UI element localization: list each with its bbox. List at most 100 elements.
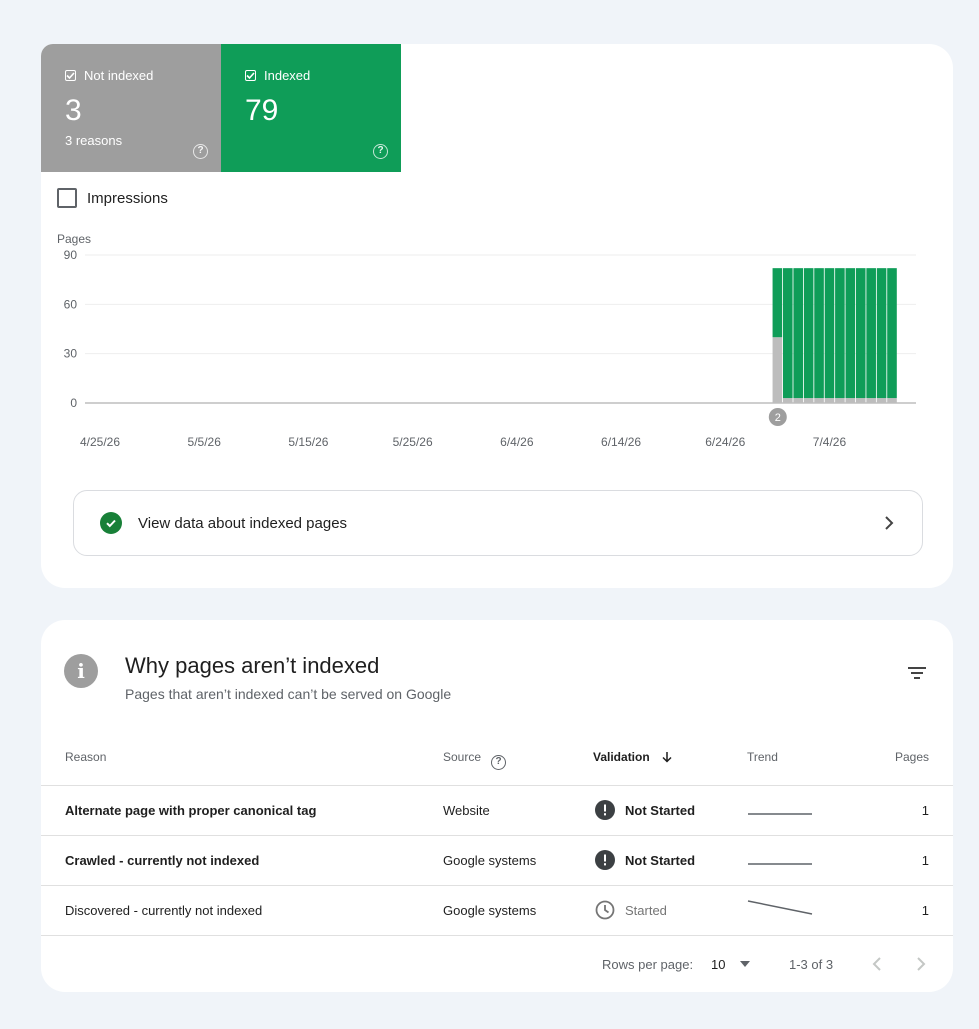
bar-indexed <box>876 268 887 399</box>
table-row[interactable]: Crawled - currently not indexed Google s… <box>41 835 953 885</box>
bar-indexed <box>835 268 845 399</box>
chevron-right-icon[interactable] <box>916 956 926 972</box>
bar-not-indexed <box>782 398 793 403</box>
bar-not-indexed <box>793 398 804 403</box>
impressions-checkbox[interactable] <box>57 188 77 208</box>
why-not-indexed-card: i Why pages aren’t indexed Pages that ar… <box>41 620 953 992</box>
not-indexed-reasons: 3 reasons <box>65 133 123 148</box>
bar-not-indexed <box>814 398 824 403</box>
pages-cell: 1 <box>921 853 929 868</box>
bar-not-indexed <box>855 398 866 403</box>
section-subtitle: Pages that aren’t indexed can’t be serve… <box>125 686 452 702</box>
column-header-trend: Trend <box>747 750 778 764</box>
column-header-reason[interactable]: Reason <box>65 750 106 764</box>
y-tick-label: 60 <box>64 297 78 311</box>
trend-sparkline <box>747 900 813 915</box>
coverage-card: Not indexed 3 3 reasons ? Indexed 79 ? I… <box>41 44 953 588</box>
filter-icon[interactable] <box>907 666 927 680</box>
exclamation-icon <box>595 850 615 870</box>
validation-header-label: Validation <box>593 750 650 764</box>
bar-indexed <box>845 268 856 399</box>
help-icon[interactable]: ? <box>491 755 507 770</box>
bar-not-indexed <box>835 398 845 403</box>
annotation-label: 2 <box>775 412 781 424</box>
pages-chart: Pages 90 60 30 0 4/25/26 5/5/26 5/15/26 5/25/26 6… <box>57 232 916 449</box>
x-tick-label: 7/4/26 <box>813 435 847 449</box>
indexed-checkbox[interactable] <box>245 70 256 81</box>
indexed-label: Indexed <box>264 68 311 83</box>
bar-indexed <box>803 268 814 399</box>
pages-cell: 1 <box>921 803 929 818</box>
bar-indexed <box>866 268 876 399</box>
chevron-left-icon[interactable] <box>872 956 882 972</box>
source-cell: Google systems <box>443 853 537 868</box>
x-tick-label: 6/4/26 <box>500 435 534 449</box>
check-circle-icon <box>100 512 122 534</box>
section-title: Why pages aren’t indexed <box>125 653 380 678</box>
arrow-down-icon <box>662 752 672 763</box>
impressions-label: Impressions <box>87 189 168 207</box>
bar-indexed <box>814 268 824 399</box>
impressions-toggle[interactable]: Impressions <box>57 188 168 208</box>
bar-not-indexed <box>887 398 897 403</box>
source-cell: Website <box>443 803 490 818</box>
bar-not-indexed <box>772 337 783 403</box>
source-cell: Google systems <box>443 903 537 918</box>
bar-not-indexed <box>845 398 856 403</box>
rows-per-page-select[interactable]: 10 <box>711 957 725 972</box>
table-row[interactable]: Discovered - currently not indexed Googl… <box>41 885 953 935</box>
bar-indexed <box>824 268 835 399</box>
chevron-right-icon <box>885 516 894 530</box>
trend-sparkline <box>748 813 812 815</box>
table-divider <box>41 935 953 936</box>
x-tick-label: 5/15/26 <box>288 435 328 449</box>
validation-cell: Not Started <box>625 803 696 818</box>
caret-down-icon[interactable] <box>739 960 751 968</box>
y-tick-label: 30 <box>64 347 78 361</box>
validation-cell: Not Started <box>625 853 696 868</box>
view-indexed-pages-button[interactable]: View data about indexed pages <box>73 490 923 556</box>
bar-not-indexed <box>803 398 814 403</box>
not-indexed-label: Not indexed <box>84 68 154 83</box>
x-tick-label: 5/25/26 <box>393 435 433 449</box>
column-header-source[interactable]: Source? <box>443 750 507 770</box>
pages-cell: 1 <box>921 903 929 918</box>
bar-indexed <box>772 268 783 338</box>
table-row[interactable]: Alternate page with proper canonical tag… <box>41 785 953 835</box>
indexed-count: 79 <box>245 94 279 127</box>
validation-cell: Started <box>625 903 667 918</box>
y-tick-label: 90 <box>64 248 78 262</box>
bar-not-indexed <box>866 398 876 403</box>
bar-indexed <box>782 268 793 399</box>
info-icon: i <box>64 654 98 688</box>
help-icon[interactable]: ? <box>193 144 208 159</box>
bar-not-indexed <box>824 398 835 403</box>
not-indexed-checkbox[interactable] <box>65 70 76 81</box>
clock-icon <box>595 900 615 920</box>
reason-cell: Alternate page with proper canonical tag <box>65 803 317 818</box>
reason-cell: Crawled - currently not indexed <box>65 853 260 868</box>
help-icon[interactable]: ? <box>373 144 388 159</box>
x-tick-label: 5/5/26 <box>188 435 222 449</box>
column-header-validation[interactable]: Validation <box>593 750 673 764</box>
reason-cell: Discovered - currently not indexed <box>65 903 263 918</box>
exclamation-icon <box>595 800 615 820</box>
x-tick-label: 6/14/26 <box>601 435 641 449</box>
not-indexed-tile[interactable]: Not indexed 3 3 reasons ? <box>41 44 221 172</box>
column-header-pages[interactable]: Pages <box>895 750 929 764</box>
pagination-range: 1-3 of 3 <box>789 957 834 972</box>
x-tick-label: 4/25/26 <box>80 435 120 449</box>
y-axis-label: Pages <box>57 232 91 246</box>
bar-indexed <box>793 268 804 399</box>
source-header-label: Source <box>443 750 482 764</box>
rows-per-page-label: Rows per page: <box>602 957 694 972</box>
trend-sparkline <box>748 863 812 865</box>
view-indexed-pages-label: View data about indexed pages <box>138 514 348 532</box>
y-tick-label: 0 <box>70 396 77 410</box>
x-tick-label: 6/24/26 <box>705 435 745 449</box>
indexed-tile[interactable]: Indexed 79 ? <box>221 44 401 172</box>
bar-not-indexed <box>876 398 887 403</box>
bar-indexed <box>855 268 866 399</box>
bar-indexed <box>887 268 897 399</box>
not-indexed-count: 3 <box>65 94 82 127</box>
